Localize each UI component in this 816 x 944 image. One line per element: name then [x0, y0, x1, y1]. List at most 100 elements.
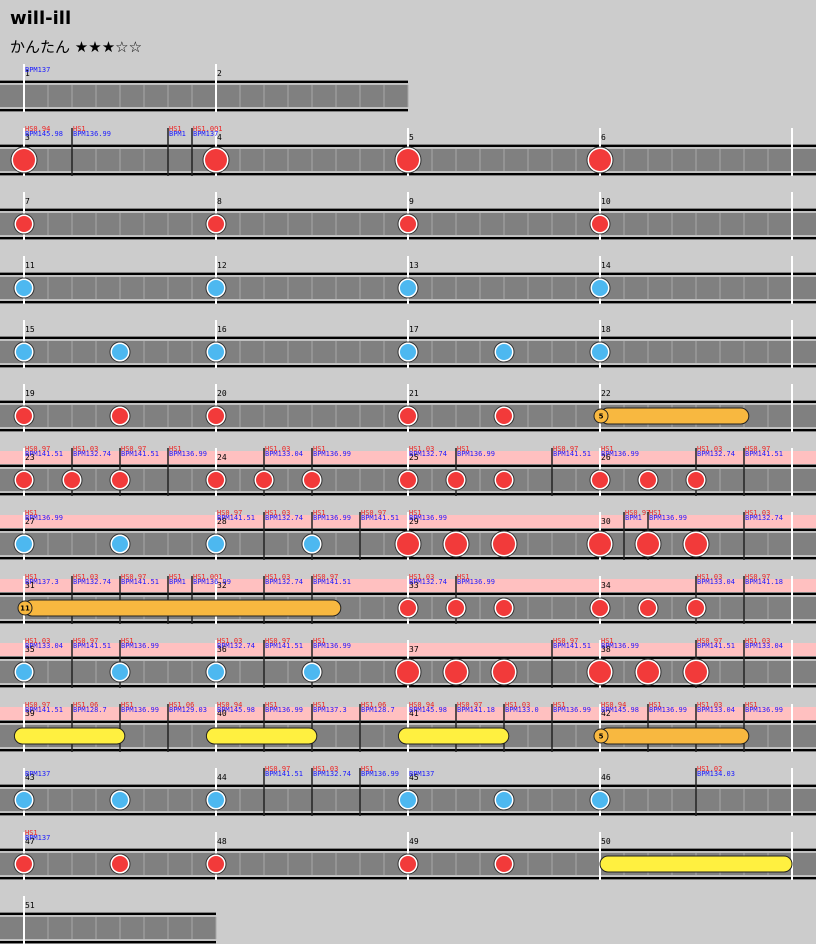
measure-number: 34	[601, 581, 611, 590]
bpm-label: BPM137	[409, 770, 434, 778]
measure-number: 51	[25, 901, 35, 910]
bpm-label: BPM141.51	[265, 770, 303, 778]
drumroll-count: 5	[599, 413, 604, 421]
bpm-label: BPM136.99	[409, 514, 447, 522]
don-note	[304, 472, 320, 488]
don-note	[16, 216, 32, 232]
bpm-label: BPM136.99	[601, 450, 639, 458]
measure-number: 10	[601, 197, 611, 206]
bpm-label: BPM137	[25, 834, 50, 842]
don-note	[205, 149, 227, 171]
bpm-label: BPM136.99	[193, 578, 231, 586]
drumroll	[599, 727, 750, 745]
bpm-label: BPM136.99	[649, 706, 687, 714]
ka-note	[208, 344, 224, 360]
bpm-label: BPM136.99	[313, 514, 351, 522]
ka-note	[592, 792, 608, 808]
chart-row-3: 11 12 13 14	[0, 256, 816, 304]
bpm-label: BPM132.74	[409, 450, 447, 458]
bpm-label: BPM141.51	[265, 642, 303, 650]
bpm-label: BPM141.18	[745, 578, 783, 586]
don-note	[400, 600, 416, 616]
don-note	[16, 408, 32, 424]
chart-row-4: 15 16 17 18	[0, 320, 816, 368]
ka-note	[16, 344, 32, 360]
ka-note	[208, 280, 224, 296]
ka-note	[112, 536, 128, 552]
bpm-label: BPM133.04	[697, 578, 735, 586]
don-note	[688, 600, 704, 616]
measure-number: 2	[217, 69, 222, 78]
measure-number: 19	[25, 389, 35, 398]
don-note	[685, 661, 707, 683]
don-note	[589, 149, 611, 171]
ka-note	[208, 536, 224, 552]
bpm-label: BPM133.0	[505, 706, 539, 714]
ka-note	[592, 280, 608, 296]
ka-note	[208, 792, 224, 808]
bpm-label: BPM141.18	[457, 706, 495, 714]
don-note	[589, 661, 611, 683]
bpm-label: BPM132.74	[697, 450, 735, 458]
bpm-label: BPM132.74	[73, 450, 111, 458]
bpm-label: BPM136.99	[121, 706, 159, 714]
bpm-label: BPM141.51	[745, 450, 783, 458]
don-note	[112, 408, 128, 424]
notechart: 1 2BPM1373 4 5 6HS0.94BPM145.98HS1BPM136.99H…	[0, 64, 816, 944]
ka-note	[208, 664, 224, 680]
don-note	[445, 661, 467, 683]
measure-number: 46	[601, 773, 611, 782]
bpm-label: BPM141.51	[25, 450, 63, 458]
don-note	[13, 149, 35, 171]
chart-row-9: 35 36 37 38HS1.03BPM133.04HS0.97BPM141.51HS…	[0, 637, 816, 688]
bpm-label: BPM136.99	[553, 706, 591, 714]
ka-note	[496, 344, 512, 360]
bpm-label: BPM145.98	[409, 706, 447, 714]
bpm-label: BPM136.99	[601, 642, 639, 650]
bpm-label: BPM136.99	[457, 450, 495, 458]
don-note	[112, 856, 128, 872]
don-note	[445, 533, 467, 555]
bpm-label: BPM128.7	[361, 706, 395, 714]
measure-number: 5	[409, 133, 414, 142]
bpm-label: BPM141.51	[313, 578, 351, 586]
bpm-label: BPM128.7	[73, 706, 107, 714]
chart-row-5: 19 20 21 22 5	[0, 384, 816, 432]
bpm-label: BPM133.04	[697, 706, 735, 714]
don-note	[208, 856, 224, 872]
ka-note	[112, 664, 128, 680]
measure-number: 6	[601, 133, 606, 142]
chart-row-12: 47 48 49 50HS1BPM137	[0, 829, 816, 880]
balloon	[397, 727, 510, 745]
bpm-label: BPM136.99	[121, 642, 159, 650]
bpm-label: BPM137	[25, 770, 50, 778]
bpm-label: BPM132.74	[217, 642, 255, 650]
bpm-label: BPM136.99	[745, 706, 783, 714]
bpm-label: BPM145.98	[217, 706, 255, 714]
measure-number: 11	[25, 261, 35, 270]
don-note	[496, 408, 512, 424]
measure-number: 22	[601, 389, 611, 398]
don-note	[64, 472, 80, 488]
chart-row-7: 27 28 29 30HS1BPM136.99HS0.97BPM141.51HS1.0…	[0, 509, 816, 560]
bpm-label: BPM133.04	[265, 450, 303, 458]
chart-row-10: 39 40 41 42HS0.97BPM141.51HS1.06BPM128.7HS1…	[0, 701, 816, 752]
bpm-label: BPM136.99	[265, 706, 303, 714]
bpm-label: BPM136.99	[169, 450, 207, 458]
bpm-label: BPM136.99	[313, 642, 351, 650]
bpm-label: BPM132.74	[265, 514, 303, 522]
bpm-label: BPM132.74	[409, 578, 447, 586]
don-note	[400, 472, 416, 488]
ka-note	[304, 536, 320, 552]
bpm-label: BPM141.51	[553, 450, 591, 458]
don-note	[493, 661, 515, 683]
bpm-label: BPM136.99	[73, 130, 111, 138]
ka-note	[16, 280, 32, 296]
don-note	[496, 472, 512, 488]
bpm-label: BPM137.3	[25, 578, 59, 586]
don-note	[637, 661, 659, 683]
drumroll	[599, 407, 750, 425]
don-note	[400, 408, 416, 424]
bpm-label: BPM136.99	[25, 514, 63, 522]
chart-row-1: 3 4 5 6HS0.94BPM145.98HS1BPM136.99HS1BPM1HS…	[0, 125, 816, 176]
